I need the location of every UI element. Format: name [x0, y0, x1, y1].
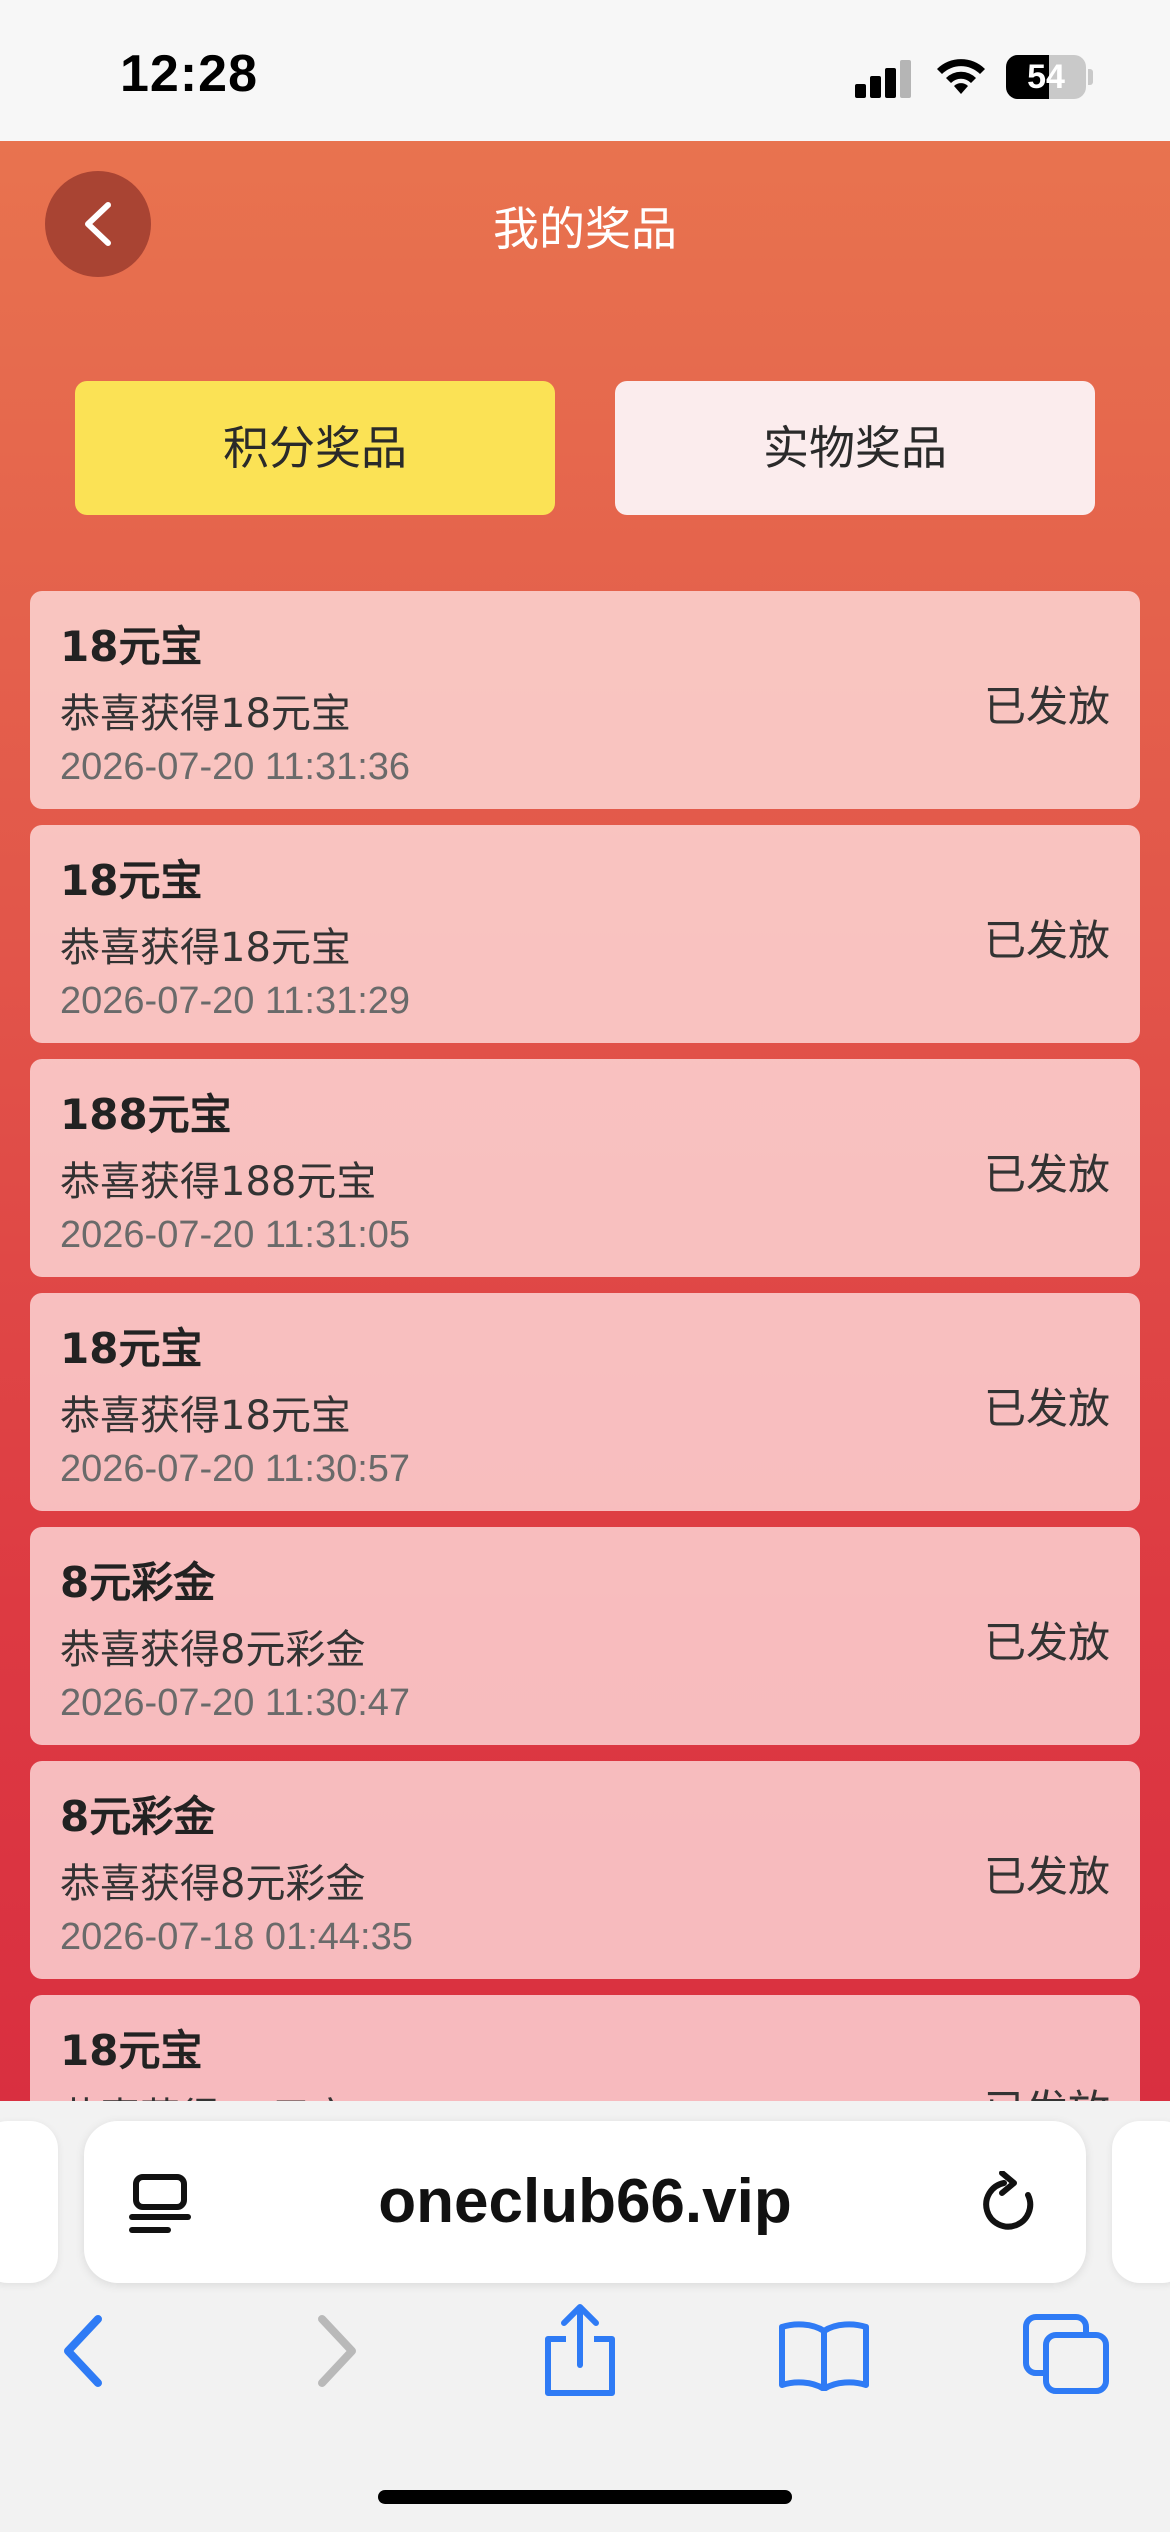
status-time: 12:28	[120, 45, 258, 103]
prize-description: 恭喜获得8元彩金	[60, 1627, 366, 1673]
address-bar[interactable]: oneclub66.vip	[84, 2121, 1086, 2283]
share-icon[interactable]	[538, 2303, 622, 2399]
prize-description: 恭喜获得8元彩金	[60, 1861, 366, 1907]
prize-status: 已发放	[983, 1384, 1110, 1433]
next-tab-peek[interactable]	[1112, 2121, 1170, 2283]
battery-percent: 54	[1027, 58, 1065, 96]
battery-icon: 54	[1006, 55, 1093, 99]
prize-title: 18元宝	[60, 2026, 203, 2075]
prize-status: 已发放	[983, 682, 1110, 731]
prize-list: 18元宝 恭喜获得18元宝 2026-07-20 11:31:36 已发放 18…	[30, 591, 1140, 2101]
prize-card[interactable]: 18元宝 恭喜获得18元宝 已发放	[30, 1995, 1140, 2101]
bookmarks-icon[interactable]	[776, 2319, 872, 2391]
url-text: oneclub66.vip	[378, 2167, 792, 2236]
prize-status: 已发放	[983, 1618, 1110, 1667]
previous-tab-peek[interactable]	[0, 2121, 58, 2283]
prize-time: 2026-07-20 11:31:29	[60, 980, 411, 1022]
browser-toolbar: oneclub66.vip	[0, 2101, 1170, 2532]
prize-card[interactable]: 18元宝 恭喜获得18元宝 2026-07-20 11:30:57 已发放	[30, 1293, 1140, 1511]
prize-status: 已发放	[984, 2077, 1110, 2101]
prize-page: 我的奖品 积分奖品 实物奖品 18元宝 恭喜获得18元宝 2026-07-20 …	[0, 141, 1170, 2101]
prize-title: 8元彩金	[60, 1558, 216, 1607]
prize-description: 恭喜获得18元宝	[60, 2085, 351, 2101]
tab-points-prizes[interactable]: 积分奖品	[75, 381, 555, 515]
prize-card[interactable]: 18元宝 恭喜获得18元宝 2026-07-20 11:31:29 已发放	[30, 825, 1140, 1043]
back-arrow-icon[interactable]	[58, 2313, 110, 2389]
prize-card[interactable]: 18元宝 恭喜获得18元宝 2026-07-20 11:31:36 已发放	[30, 591, 1140, 809]
prize-title: 8元彩金	[60, 1792, 216, 1841]
prize-description: 恭喜获得18元宝	[60, 925, 351, 971]
prize-status: 已发放	[983, 1150, 1110, 1199]
prize-title: 18元宝	[60, 1324, 203, 1373]
cellular-signal-icon	[855, 58, 913, 98]
home-indicator[interactable]	[378, 2490, 792, 2504]
prize-time: 2026-07-20 11:30:57	[60, 1448, 411, 1490]
prize-status: 已发放	[983, 1852, 1110, 1901]
prize-description: 恭喜获得188元宝	[60, 1159, 377, 1205]
prize-card[interactable]: 8元彩金 恭喜获得8元彩金 2026-07-20 11:30:47 已发放	[30, 1527, 1140, 1745]
tabs-icon[interactable]	[1022, 2313, 1112, 2397]
prize-title: 188元宝	[60, 1090, 232, 1139]
wifi-icon	[937, 59, 985, 94]
prize-status: 已发放	[983, 916, 1110, 965]
forward-arrow-icon[interactable]	[310, 2313, 362, 2389]
prize-description: 恭喜获得18元宝	[60, 691, 351, 737]
prize-card[interactable]: 188元宝 恭喜获得188元宝 2026-07-20 11:31:05 已发放	[30, 1059, 1140, 1277]
page-title: 我的奖品	[493, 202, 677, 256]
prize-time: 2026-07-20 11:31:05	[60, 1214, 411, 1256]
reload-icon[interactable]	[980, 2171, 1042, 2237]
prize-title: 18元宝	[60, 622, 203, 671]
prize-description: 恭喜获得18元宝	[60, 1393, 351, 1439]
prize-time: 2026-07-18 01:44:35	[60, 1916, 413, 1958]
tab-physical-prizes[interactable]: 实物奖品	[615, 381, 1095, 515]
status-bar: 12:28 54	[0, 0, 1170, 141]
prize-time: 2026-07-20 11:30:47	[60, 1682, 411, 1724]
prize-time: 2026-07-20 11:31:36	[60, 746, 411, 788]
prize-card[interactable]: 8元彩金 恭喜获得8元彩金 2026-07-18 01:44:35 已发放	[30, 1761, 1140, 1979]
prize-title: 18元宝	[60, 856, 203, 905]
